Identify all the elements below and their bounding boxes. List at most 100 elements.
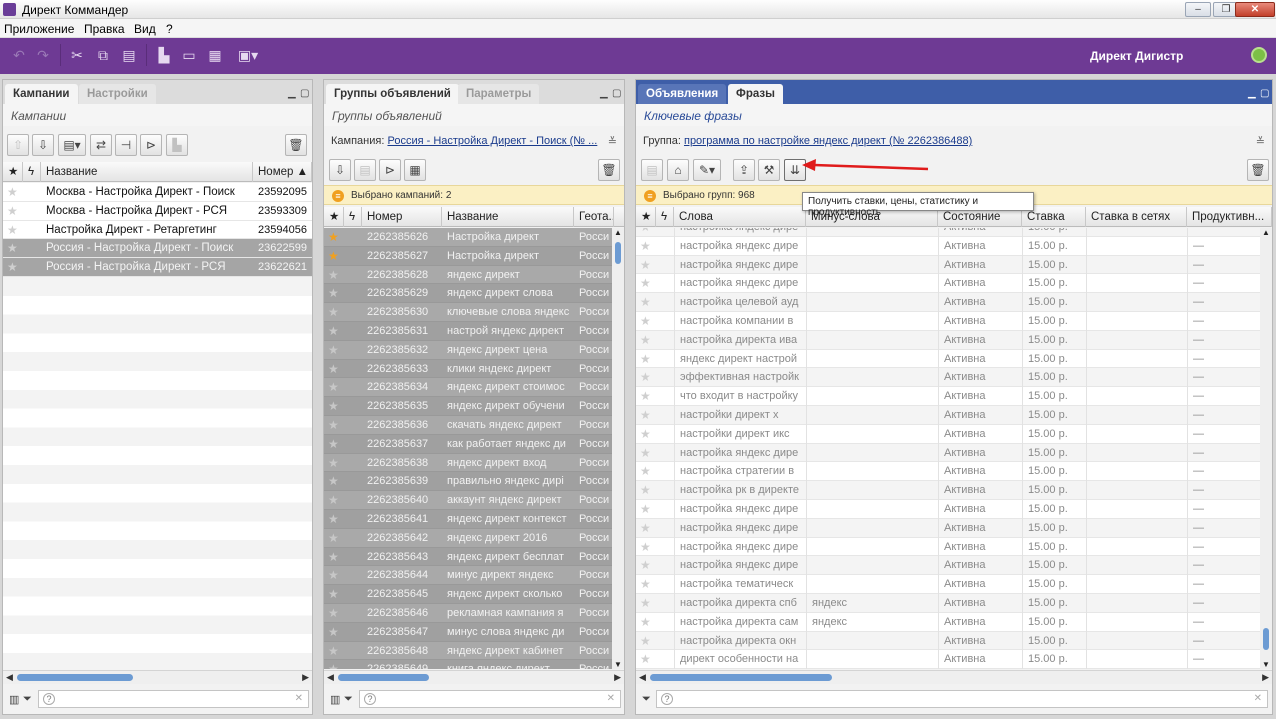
scroll-down-icon[interactable]: ▼ [1262,660,1270,669]
table-row[interactable]: ★ 2262385639 правильно яндекс дирі Росси [324,472,612,492]
clear-icon[interactable]: ✕ [1254,693,1262,704]
stats-icon[interactable]: ▙ [153,44,175,66]
table-row[interactable]: ★ Москва - Настройка Директ - РСЯ 23593309 [3,201,312,221]
table-row[interactable]: ★ 2262385630 ключевые слова яндекс Росси [324,303,612,322]
copy-icon[interactable]: ▤ [641,159,663,181]
table-row[interactable]: ★ настройка директа спб яндекс Активна 15.00… [636,593,1260,613]
star-icon[interactable]: ★ [636,406,656,425]
table-row[interactable]: ★ настройка яндекс дире Активна15.00 р. — [636,236,1260,256]
delete-icon[interactable]: 🗑 [285,134,307,156]
star-icon[interactable]: ★ [636,237,656,256]
redo-icon[interactable]: ↷ [32,44,54,66]
star-icon[interactable]: ★ [324,435,344,454]
copy-icon[interactable]: ⧉ [92,44,114,66]
table-row[interactable]: ★ настройка директа окн Активна 15.00 р. — [636,631,1260,651]
scroll-up-icon[interactable]: ▲ [614,228,622,237]
table-row[interactable]: ★ настройка яндекс дире Активна15.00 р. — [636,228,1260,237]
cut-icon[interactable]: ✂ [66,44,88,66]
table-row[interactable]: ★ 2262385627 Настройка директ Росси [324,246,612,266]
profile-icon[interactable] [1251,47,1267,63]
table-row[interactable]: ★ 2262385640 аккаунт яндекс директ Росси [324,491,612,510]
table-row[interactable]: ★ Москва - Настройка Директ - Поиск 235920… [3,183,312,202]
tab-settings[interactable]: Настройки [79,84,156,104]
star-column-icon[interactable]: ★ [324,207,344,227]
table-row[interactable]: ★ эффективная настройк Активна 15.00 р. — [636,368,1260,388]
vertical-scrollbar[interactable]: ▲ ▼ [612,228,624,669]
table-row[interactable]: ★ 2262385647 минус слова яндекс ди Росси [324,622,612,642]
star-icon[interactable]: ★ [636,500,656,519]
star-icon[interactable]: ★ [636,350,656,369]
scroll-right-icon[interactable]: ▶ [614,672,621,683]
table-row[interactable]: ★ 2262385626 Настройка директ Росси [324,228,612,247]
upload-icon[interactable]: ⇧ [7,134,29,156]
table-row[interactable]: ★ настройки директ икс Активна 15.00 р. — [636,424,1260,444]
grid-icon[interactable]: ▭ [178,44,200,66]
table-row[interactable]: ★ настройка яндекс дире Активна15.00 р. — [636,499,1260,519]
star-column-icon[interactable]: ★ [3,162,23,182]
vertical-scrollbar[interactable]: ▲ ▼ [1260,228,1272,669]
star-icon[interactable]: ★ [636,462,656,481]
table-row[interactable]: ★ настройка яндекс дире Активна15.00 р. — [636,556,1260,576]
download-icon[interactable]: ⇩ [329,159,351,181]
table-row[interactable]: ★ 2262385634 яндекс директ стоимос Росси [324,378,612,398]
panel-minimize-icon[interactable]: ▁ [288,88,296,99]
star-icon[interactable]: ★ [324,566,344,585]
table-row[interactable]: ★ Россия - Настройка Директ - Поиск 236225… [3,239,312,259]
column-number[interactable]: Номер ▲ [253,162,312,182]
star-icon[interactable]: ★ [3,183,23,202]
filter-icon[interactable]: ⏷ [23,693,32,706]
table-row[interactable]: ★ 2262385648 яндекс директ кабинет Росси [324,641,612,661]
table-row[interactable]: ★ настройка директа сам яндекс Активна 15.00… [636,612,1260,632]
star-icon[interactable]: ★ [3,258,23,277]
menu-help[interactable]: ? [166,22,173,36]
scroll-left-icon[interactable]: ◀ [639,672,646,683]
raise-bid-icon[interactable]: ⇪ [733,159,755,181]
star-icon[interactable]: ★ [636,228,656,237]
table-row[interactable]: ★ 2262385637 как работает яндекс ди Росси [324,434,612,454]
star-icon[interactable]: ★ [324,303,344,322]
scroll-right-icon[interactable]: ▶ [1262,672,1269,683]
table-row[interactable]: ★ настройка тематическ Активна 15.00 р. — [636,575,1260,594]
star-icon[interactable]: ★ [3,221,23,240]
filter-input[interactable]: ? ✕ [359,690,621,708]
menu-view[interactable]: Вид [134,22,156,36]
column-productivity[interactable]: Продуктивн... [1187,207,1272,227]
clear-icon[interactable]: ✕ [295,693,303,704]
table-row[interactable]: ★ 2262385638 яндекс директ вход Росси [324,453,612,473]
undo-icon[interactable]: ↶ [8,44,30,66]
stop-icon[interactable]: ⊣ [115,134,137,156]
table-row[interactable]: ★ 2262385641 яндекс директ контекст Росси [324,509,612,529]
star-icon[interactable]: ★ [636,293,656,312]
column-name[interactable]: Название [442,207,574,227]
table-icon[interactable]: ▦ [404,159,426,181]
horizontal-scrollbar[interactable]: ◀ ▶ [3,670,312,684]
column-geo[interactable]: Геота... [574,207,614,227]
star-icon[interactable]: ★ [324,510,344,529]
star-icon[interactable]: ★ [636,256,656,275]
table-row[interactable]: ★ настройка целевой ауд Активна 15.00 р. — [636,293,1260,312]
filter-input[interactable]: ? ✕ [38,690,309,708]
clear-icon[interactable]: ✕ [607,693,615,704]
star-icon[interactable]: ★ [636,481,656,500]
scroll-right-icon[interactable]: ▶ [302,672,309,683]
scroll-left-icon[interactable]: ◀ [327,672,334,683]
scroll-thumb[interactable] [338,674,429,681]
star-icon[interactable]: ★ [324,247,344,266]
star-column-icon[interactable]: ★ [636,207,656,227]
table-row[interactable]: ★ яндекс директ настрой Активна 15.00 р. — [636,349,1260,369]
table-row[interactable]: ★ настройка рк в директе Активна 15.00 р. — [636,481,1260,500]
star-icon[interactable]: ★ [636,368,656,387]
menu-application[interactable]: Приложение [4,22,74,36]
star-icon[interactable]: ★ [636,632,656,651]
columns-icon[interactable]: ▥ [9,693,19,706]
download-icon[interactable]: ⇩ [32,134,54,156]
table-row[interactable]: ★ 2262385635 яндекс директ обучени Росси [324,397,612,416]
star-icon[interactable]: ★ [3,202,23,221]
scroll-down-icon[interactable]: ▼ [614,660,622,669]
table-row[interactable]: ★ Настройка Директ - Ретаргетинг 23594056 [3,220,312,240]
filter-icon[interactable]: ⏷ [642,693,651,706]
tab-parameters[interactable]: Параметры [458,84,540,104]
columns-icon[interactable]: ▥ [330,693,340,706]
table-row[interactable]: ★ 2262385645 яндекс директ сколько Росси [324,585,612,604]
expand-chevron-icon[interactable]: ≚ [608,135,617,148]
